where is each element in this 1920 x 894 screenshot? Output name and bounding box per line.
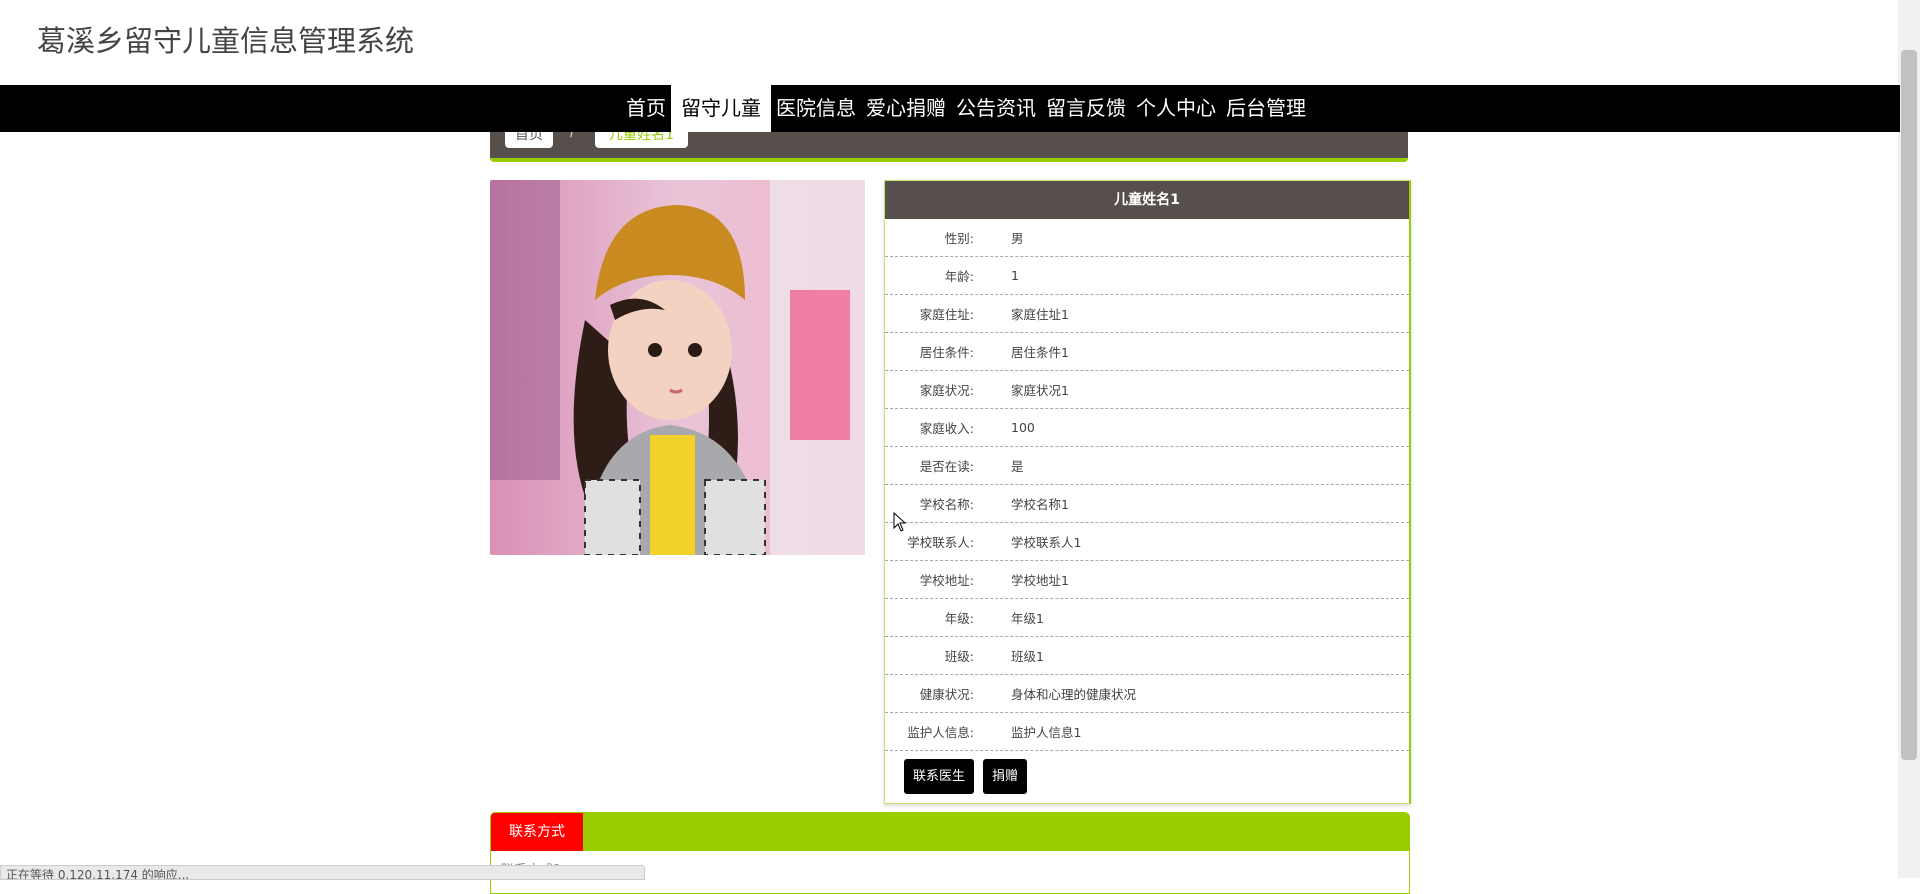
main-nav: 首页 留守儿童 医院信息 爱心捐赠 公告资讯 留言反馈 个人中心 后台管理 (0, 85, 1900, 132)
child-name-title: 儿童姓名1 (885, 181, 1409, 219)
field-value: 100 (1011, 420, 1035, 435)
contact-tab[interactable]: 联系方式 (491, 813, 583, 851)
field-value: 1 (1011, 268, 1019, 283)
child-photo (490, 180, 865, 555)
nav-personal-center[interactable]: 个人中心 (1131, 85, 1221, 132)
field-grade: 年级: 年级1 (885, 599, 1409, 637)
field-label: 年级: (944, 611, 974, 626)
field-family-income: 家庭收入: 100 (885, 409, 1409, 447)
field-label: 家庭住址: (919, 307, 974, 322)
field-label: 班级: (944, 649, 974, 664)
contact-section: 联系方式 联系方式1 (490, 812, 1410, 894)
field-in-school: 是否在读: 是 (885, 447, 1409, 485)
field-value: 是 (1011, 459, 1024, 474)
field-label: 年龄: (944, 269, 974, 284)
field-value: 身体和心理的健康状况 (1011, 687, 1137, 702)
field-value: 年级1 (1011, 611, 1044, 626)
field-value: 家庭住址1 (1011, 307, 1069, 322)
nav-feedback[interactable]: 留言反馈 (1041, 85, 1131, 132)
field-health-status: 健康状况: 身体和心理的健康状况 (885, 675, 1409, 713)
field-label: 家庭收入: (919, 421, 974, 436)
site-title: 葛溪乡留守儿童信息管理系统 (37, 24, 415, 58)
field-label: 学校地址: (919, 573, 974, 588)
nav-left-behind-children[interactable]: 留守儿童 (671, 85, 771, 132)
nav-charity-donation[interactable]: 爱心捐赠 (861, 85, 951, 132)
field-age: 年龄: 1 (885, 257, 1409, 295)
field-home-address: 家庭住址: 家庭住址1 (885, 295, 1409, 333)
donate-button[interactable]: 捐赠 (983, 759, 1028, 794)
field-class: 班级: 班级1 (885, 637, 1409, 675)
field-living-conditions: 居住条件: 居住条件1 (885, 333, 1409, 371)
nav-hospital-info[interactable]: 医院信息 (771, 85, 861, 132)
field-value: 学校地址1 (1011, 573, 1069, 588)
field-label: 监护人信息: (907, 725, 974, 740)
field-value: 学校联系人1 (1011, 535, 1082, 550)
field-label: 家庭状况: (919, 383, 974, 398)
field-label: 性别: (944, 231, 974, 246)
mouse-cursor-icon (893, 512, 907, 532)
field-school-address: 学校地址: 学校地址1 (885, 561, 1409, 599)
field-label: 学校联系人: (907, 535, 974, 550)
field-gender: 性别: 男 (885, 219, 1409, 257)
nav-admin[interactable]: 后台管理 (1221, 85, 1311, 132)
field-value: 居住条件1 (1011, 345, 1069, 360)
field-label: 学校名称: (919, 497, 974, 512)
field-label: 健康状况: (919, 687, 974, 702)
field-value: 学校名称1 (1011, 497, 1069, 512)
field-guardian-info: 监护人信息: 监护人信息1 (885, 713, 1409, 751)
nav-home[interactable]: 首页 (621, 85, 671, 132)
scrollbar-thumb[interactable] (1901, 50, 1917, 760)
contact-doctor-button[interactable]: 联系医生 (904, 759, 975, 794)
contact-tab-bar: 联系方式 (491, 813, 1409, 851)
field-school-name: 学校名称: 学校名称1 (885, 485, 1409, 523)
field-value: 家庭状况1 (1011, 383, 1069, 398)
page-scrollbar[interactable] (1898, 0, 1920, 878)
field-label: 是否在读: (919, 459, 974, 474)
field-label: 居住条件: (919, 345, 974, 360)
field-school-contact: 学校联系人: 学校联系人1 (885, 523, 1409, 561)
field-value: 男 (1011, 231, 1024, 246)
field-family-status: 家庭状况: 家庭状况1 (885, 371, 1409, 409)
field-value: 监护人信息1 (1011, 725, 1082, 740)
field-value: 班级1 (1011, 649, 1044, 664)
child-detail-card: 儿童姓名1 性别: 男 年龄: 1 家庭住址: 家庭住址1 居住条件: 居住条件… (884, 180, 1411, 804)
nav-announcements[interactable]: 公告资讯 (951, 85, 1041, 132)
